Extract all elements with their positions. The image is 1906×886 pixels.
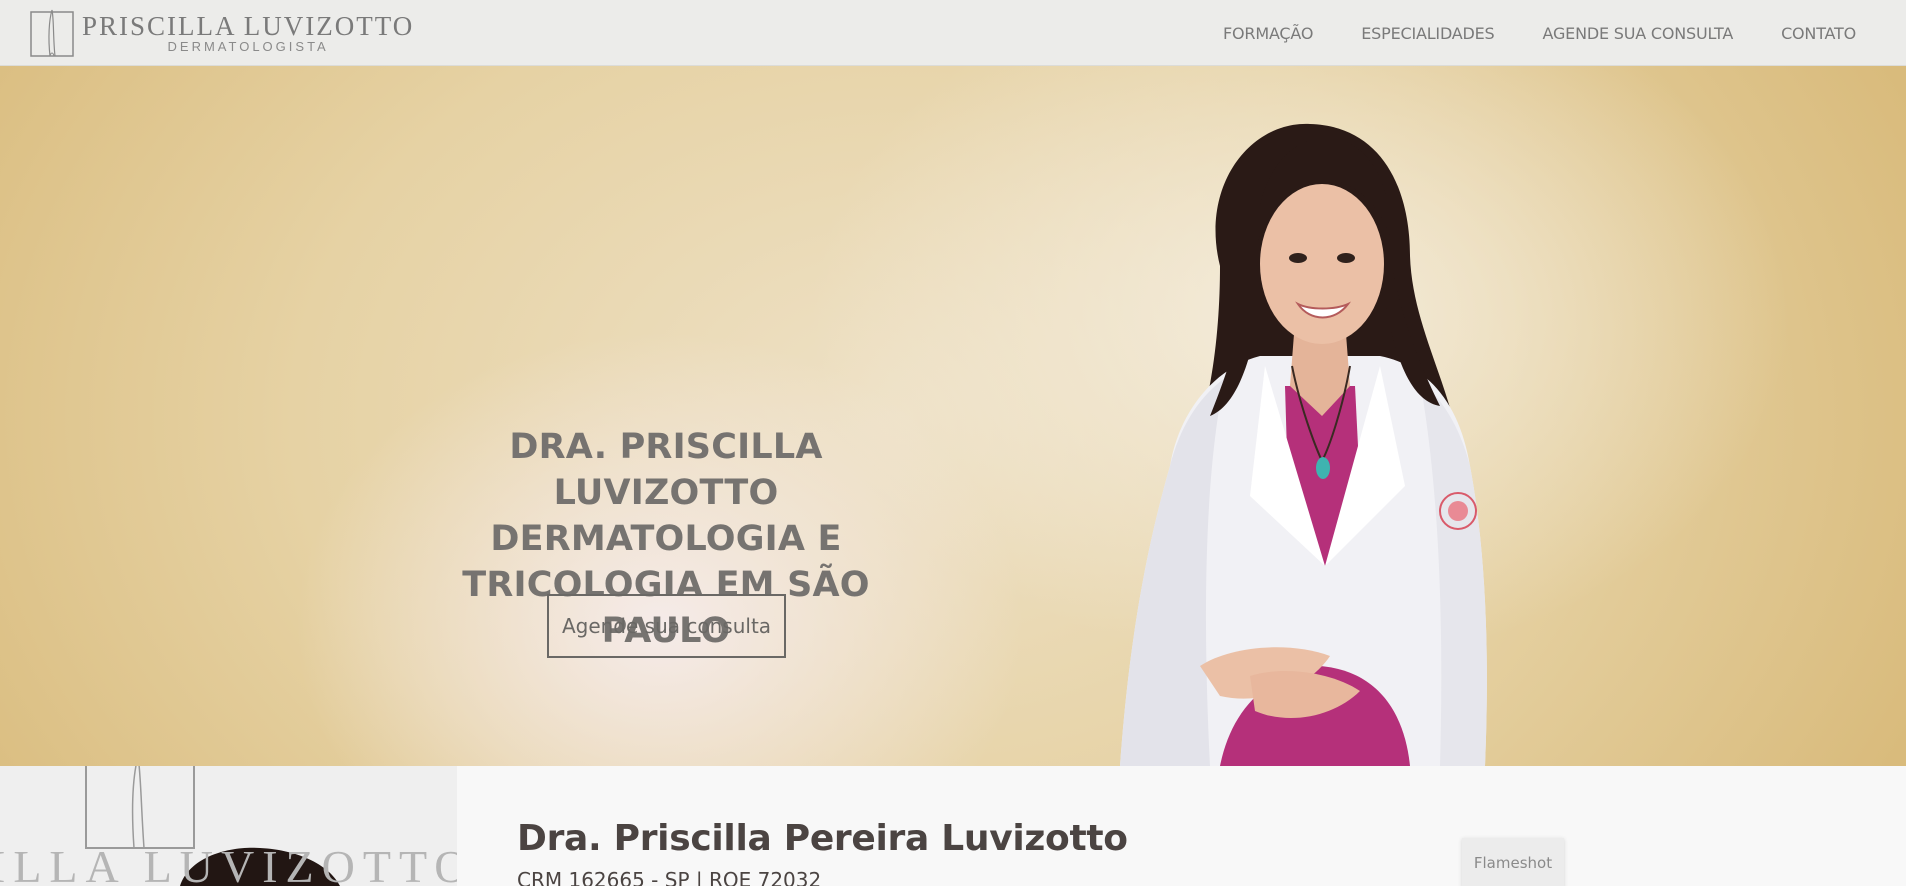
nav-item-especialidades[interactable]: ESPECIALIDADES [1361, 24, 1494, 43]
svg-text:ILLA LUVIZOTTO: ILLA LUVIZOTTO [0, 841, 457, 886]
main-nav: FORMAÇÃO ESPECIALIDADES AGENDE SUA CONSU… [1175, 0, 1856, 66]
about-section: Dra. Priscilla Pereira Luvizotto CRM 162… [457, 766, 1906, 886]
doctor-name: Dra. Priscilla Pereira Luvizotto [517, 818, 1128, 859]
about-photo: ILLA LUVIZOTTO [0, 766, 457, 886]
logo-subtitle: DERMATOLOGISTA [167, 39, 329, 54]
hero-title-line-1: DRA. PRISCILLA LUVIZOTTO [509, 427, 823, 513]
hero-title-line-2: DERMATOLOGIA E [490, 519, 842, 559]
nav-item-contato[interactable]: CONTATO [1781, 24, 1856, 43]
schedule-consultation-button[interactable]: Agende sua consulta [547, 594, 786, 658]
nav-item-agende[interactable]: AGENDE SUA CONSULTA [1543, 24, 1734, 43]
flameshot-overlay-button[interactable]: Flameshot [1462, 838, 1564, 886]
doctor-crm: CRM 162665 - SP | RQE 72032 [517, 868, 822, 886]
logo[interactable]: PRISCILLA LUVIZOTTO DERMATOLOGISTA [28, 8, 414, 58]
nav-item-formacao[interactable]: FORMAÇÃO [1223, 24, 1313, 43]
doctor-portrait [1060, 66, 1500, 766]
hero-section: DRA. PRISCILLA LUVIZOTTO DERMATOLOGIA E … [0, 66, 1906, 766]
logo-name: PRISCILLA LUVIZOTTO [82, 11, 415, 41]
site-header: PRISCILLA LUVIZOTTO DERMATOLOGISTA FORMA… [0, 0, 1906, 66]
logo-mark-icon [28, 8, 76, 58]
